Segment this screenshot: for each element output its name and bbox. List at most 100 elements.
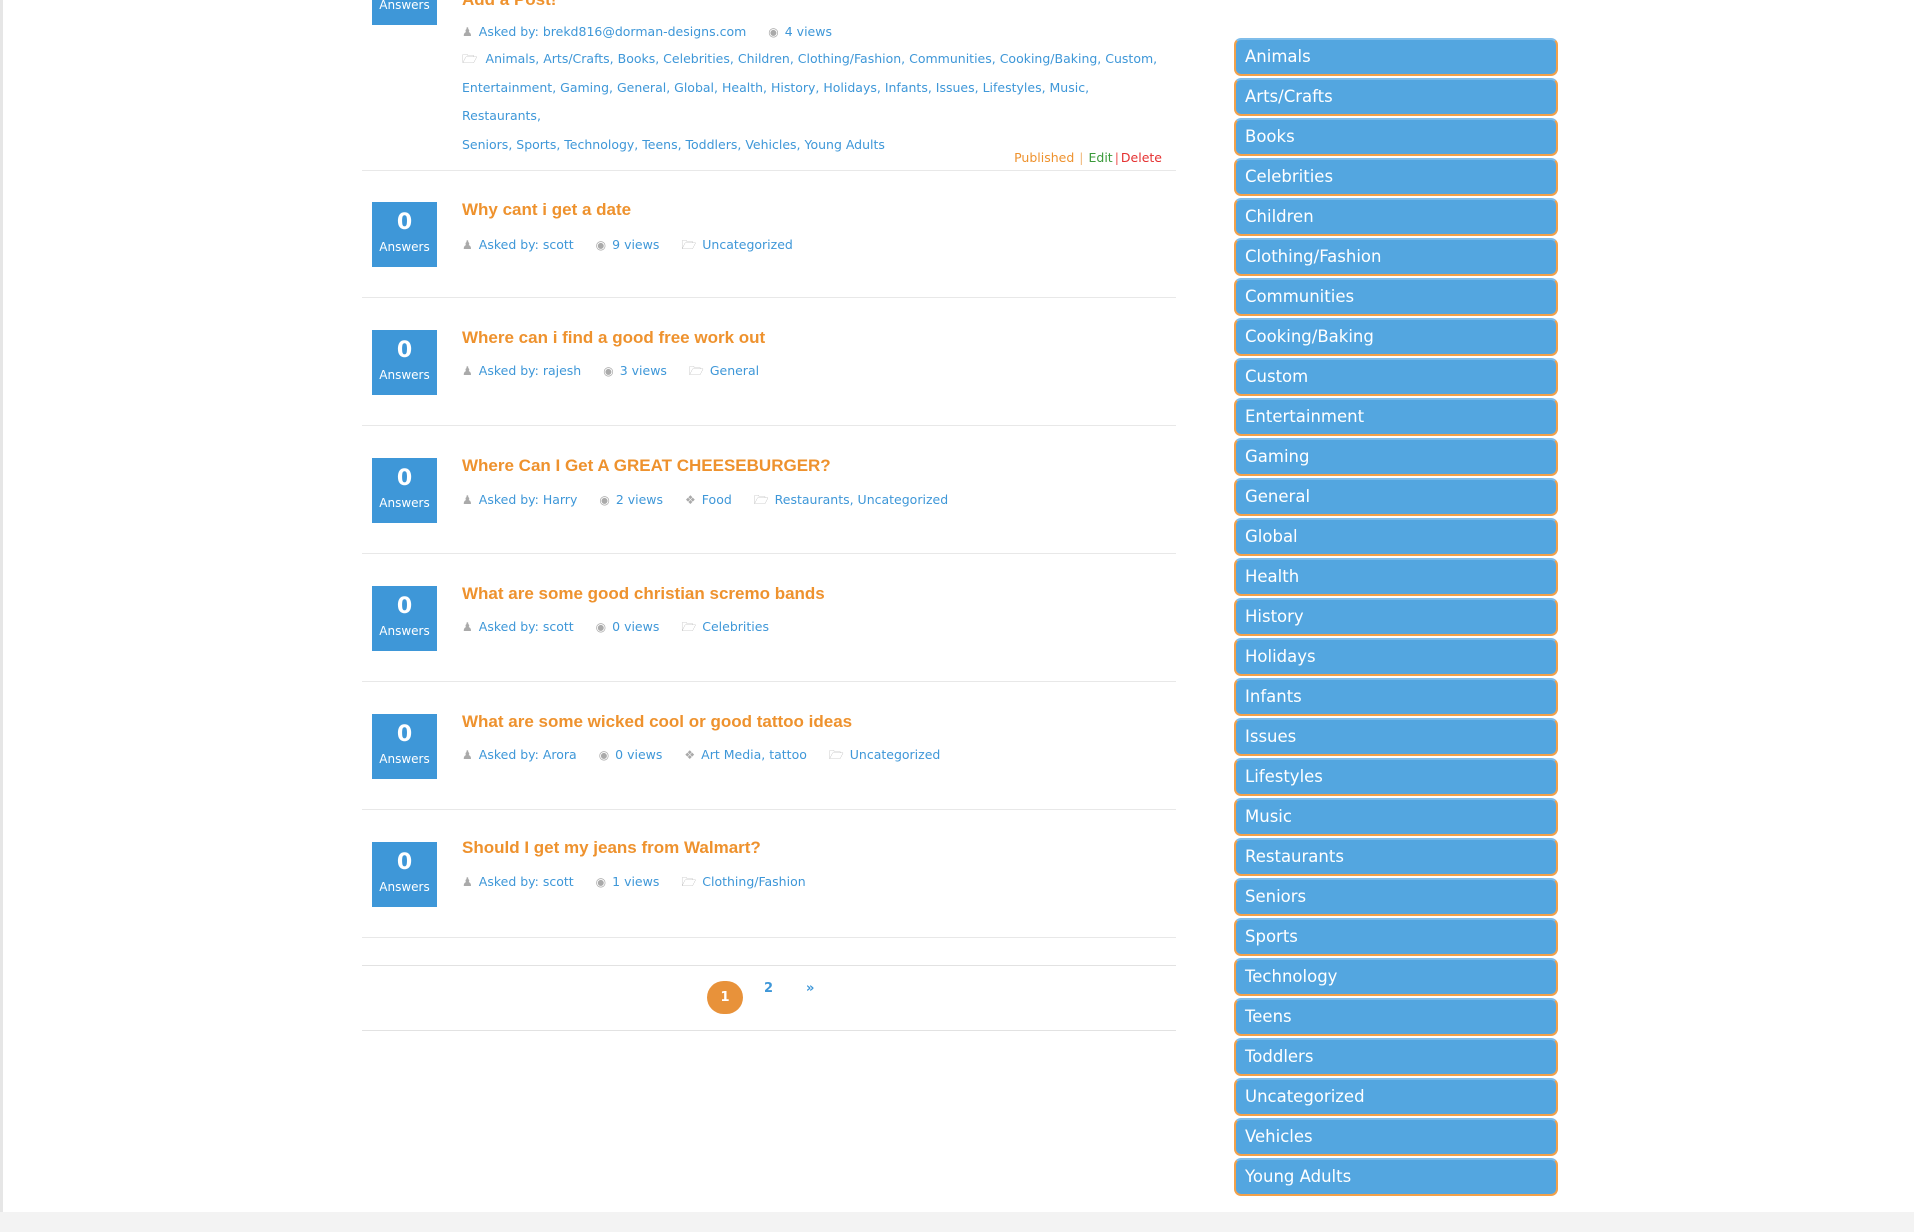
pagination-page-link[interactable]: 2 (764, 981, 773, 996)
edit-link[interactable]: Edit (1088, 150, 1112, 165)
question-title[interactable]: Add a Post! (462, 0, 556, 10)
answer-count-badge[interactable]: 0 Answers (372, 458, 437, 523)
published-status: Published (1014, 150, 1075, 165)
user-icon: ♟ (462, 748, 473, 762)
sidebar-category-cooking-baking[interactable]: Cooking/Baking (1234, 318, 1558, 356)
sidebar-category-global[interactable]: Global (1234, 518, 1558, 556)
sidebar-category-general[interactable]: General (1234, 478, 1558, 516)
category-links[interactable]: Uncategorized (702, 237, 793, 252)
tag-links[interactable]: Art Media, tattoo (701, 747, 807, 762)
folder-icon: 🗁 (828, 748, 844, 762)
asked-by-link[interactable]: Asked by: scott (479, 619, 574, 634)
answer-count: 0 (396, 338, 413, 363)
folder-icon: 🗁 (462, 51, 478, 66)
answer-count-badge[interactable]: 0 Answers (372, 0, 437, 25)
views-count: 0 views (612, 619, 660, 634)
category-links[interactable]: Entertainment, Gaming, General, Global, … (462, 74, 1162, 131)
question-title[interactable]: What are some wicked cool or good tattoo… (462, 712, 852, 732)
folder-icon: 🗁 (681, 620, 697, 634)
question-title[interactable]: Should I get my jeans from Walmart? (462, 838, 761, 858)
answer-count-label: Answers (379, 240, 430, 254)
category-links[interactable]: Animals, Arts/Crafts, Books, Celebrities… (486, 51, 1158, 66)
sidebar-category-arts-crafts[interactable]: Arts/Crafts (1234, 78, 1558, 116)
folder-icon: 🗁 (681, 238, 697, 252)
views-count: 1 views (612, 874, 660, 889)
sidebar-category-children[interactable]: Children (1234, 198, 1558, 236)
answer-count-badge[interactable]: 0 Answers (372, 330, 437, 395)
sidebar-category-restaurants[interactable]: Restaurants (1234, 838, 1558, 876)
category-links[interactable]: Restaurants, Uncategorized (775, 492, 948, 507)
category-links[interactable]: General (710, 363, 759, 378)
sidebar-category-communities[interactable]: Communities (1234, 278, 1558, 316)
category-links[interactable]: Celebrities (702, 619, 769, 634)
asked-by-link[interactable]: Asked by: brekd816@dorman-designs.com (479, 24, 747, 39)
sidebar-category-clothing-fashion[interactable]: Clothing/Fashion (1234, 238, 1558, 276)
folder-icon: 🗁 (688, 364, 704, 378)
tag-icon: ❖ (684, 748, 696, 762)
sidebar-category-toddlers[interactable]: Toddlers (1234, 1038, 1558, 1076)
sidebar-category-health[interactable]: Health (1234, 558, 1558, 596)
user-icon: ♟ (462, 238, 473, 252)
sidebar-category-gaming[interactable]: Gaming (1234, 438, 1558, 476)
pagination-next-link[interactable]: » (806, 981, 814, 996)
pagination-current-page[interactable]: 1 (707, 981, 743, 1014)
question-meta: ♟ Asked by: Harry ◉ 2 views ❖ Food 🗁 Restaur… (462, 491, 966, 512)
sidebar-category-seniors[interactable]: Seniors (1234, 878, 1558, 916)
user-icon: ♟ (462, 493, 473, 507)
answer-count-label: Answers (379, 752, 430, 766)
sidebar-category-history[interactable]: History (1234, 598, 1558, 636)
asked-by-link[interactable]: Asked by: Arora (479, 747, 577, 762)
answer-count-label: Answers (379, 0, 430, 12)
question-title[interactable]: Where Can I Get A GREAT CHEESEBURGER? (462, 456, 831, 476)
user-icon: ♟ (462, 25, 473, 39)
sidebar-category-issues[interactable]: Issues (1234, 718, 1558, 756)
sidebar-category-vehicles[interactable]: Vehicles (1234, 1118, 1558, 1156)
answer-count-badge[interactable]: 0 Answers (372, 714, 437, 779)
answer-count-badge[interactable]: 0 Answers (372, 202, 437, 267)
eye-icon: ◉ (595, 238, 607, 252)
question-meta: ♟ Asked by: scott ◉ 9 views 🗁 Uncategorized (462, 236, 811, 257)
delete-link[interactable]: Delete (1121, 150, 1162, 165)
answer-count: 0 (396, 210, 413, 235)
sidebar-category-infants[interactable]: Infants (1234, 678, 1558, 716)
sidebar-category-music[interactable]: Music (1234, 798, 1558, 836)
folder-icon: 🗁 (681, 875, 697, 889)
asked-by-link[interactable]: Asked by: scott (479, 874, 574, 889)
answer-count-label: Answers (379, 624, 430, 638)
sidebar-category-technology[interactable]: Technology (1234, 958, 1558, 996)
eye-icon: ◉ (595, 620, 607, 634)
sidebar-category-sports[interactable]: Sports (1234, 918, 1558, 956)
category-links[interactable]: Clothing/Fashion (702, 874, 805, 889)
sidebar-category-celebrities[interactable]: Celebrities (1234, 158, 1558, 196)
sidebar-category-custom[interactable]: Custom (1234, 358, 1558, 396)
sidebar-category-animals[interactable]: Animals (1234, 38, 1558, 76)
sidebar-category-books[interactable]: Books (1234, 118, 1558, 156)
sidebar-category-young-adults[interactable]: Young Adults (1234, 1158, 1558, 1196)
tag-links[interactable]: Food (702, 492, 732, 507)
sidebar-category-teens[interactable]: Teens (1234, 998, 1558, 1036)
sidebar-category-entertainment[interactable]: Entertainment (1234, 398, 1558, 436)
eye-icon: ◉ (595, 875, 607, 889)
answer-count: 0 (396, 850, 413, 875)
question-meta: ♟ Asked by: rajesh ◉ 3 views 🗁 General (462, 362, 777, 383)
answer-count-badge[interactable]: 0 Answers (372, 842, 437, 907)
question-title[interactable]: Where can i find a good free work out (462, 328, 765, 348)
tag-icon: ❖ (685, 493, 696, 507)
sidebar-category-holidays[interactable]: Holidays (1234, 638, 1558, 676)
answer-count-label: Answers (379, 368, 430, 382)
user-icon: ♟ (462, 364, 473, 378)
question-title[interactable]: What are some good christian scremo band… (462, 584, 825, 604)
answer-count-badge[interactable]: 0 Answers (372, 586, 437, 651)
post-admin-actions: Published | Edit | Delete (1014, 150, 1162, 165)
answer-count: 0 (396, 594, 413, 619)
page-footer-band (0, 1212, 1914, 1232)
question-title[interactable]: Why cant i get a date (462, 200, 631, 220)
sidebar-category-lifestyles[interactable]: Lifestyles (1234, 758, 1558, 796)
asked-by-link[interactable]: Asked by: scott (479, 237, 574, 252)
asked-by-link[interactable]: Asked by: Harry (479, 492, 578, 507)
category-links[interactable]: Uncategorized (850, 747, 941, 762)
page-left-border (0, 0, 3, 1232)
asked-by-link[interactable]: Asked by: rajesh (479, 363, 581, 378)
user-icon: ♟ (462, 620, 473, 634)
sidebar-category-uncategorized[interactable]: Uncategorized (1234, 1078, 1558, 1116)
